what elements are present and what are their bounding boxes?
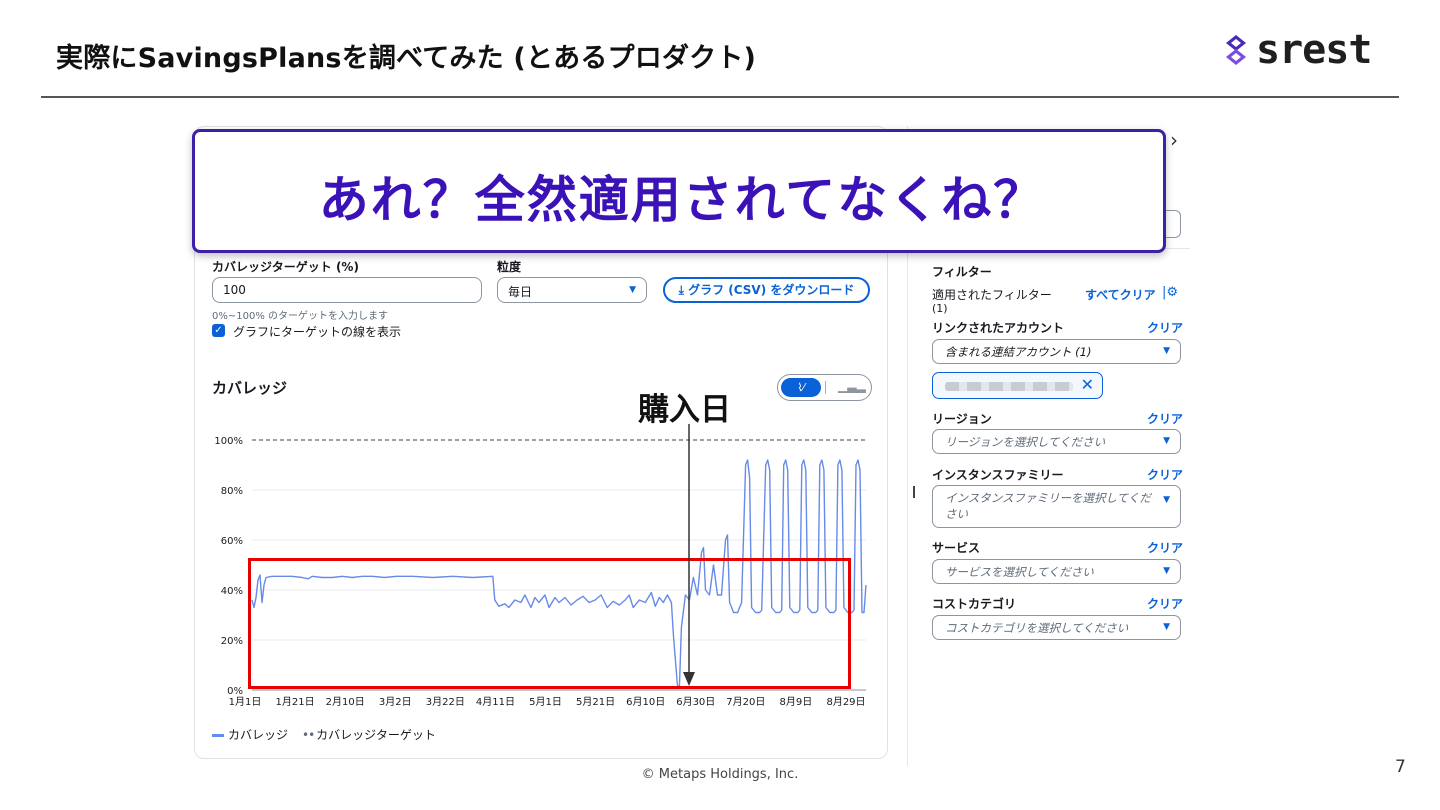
linked-account-clear[interactable]: クリア xyxy=(1147,319,1183,336)
slide-title: 実際にSavingsPlansを調べてみた (とあるプロダクト) xyxy=(56,43,757,74)
x-tick-label: 4月11日 xyxy=(476,696,515,708)
title-rule xyxy=(41,96,1399,98)
applied-filters-label: 適用されたフィルター xyxy=(932,288,1052,302)
caret-down-icon: ▼ xyxy=(1163,436,1170,446)
chart-legend: カバレッジ •• カバレッジターゲット xyxy=(212,726,436,743)
x-tick-label: 8月29日 xyxy=(826,696,865,708)
x-tick-label: 5月21日 xyxy=(576,696,615,708)
region-label: リージョン xyxy=(932,412,992,426)
cost-category-clear[interactable]: クリア xyxy=(1147,595,1183,612)
y-tick-label: 60% xyxy=(221,536,243,547)
cost-category-select[interactable]: コストカテゴリを選択してください ▼ xyxy=(932,615,1181,640)
copyright-footer: © Metaps Holdings, Inc. xyxy=(641,767,799,782)
legend-coverage-label: カバレッジ xyxy=(228,728,289,742)
purchase-date-label: 購入日 xyxy=(638,392,731,428)
legend-solid-line-icon xyxy=(212,734,224,737)
show-target-line-checkbox[interactable]: ✓ xyxy=(212,324,225,337)
region-clear[interactable]: クリア xyxy=(1147,410,1183,427)
x-tick-label: 3月22日 xyxy=(426,696,465,708)
granularity-select[interactable]: 毎日 ▼ xyxy=(497,277,647,303)
coverage-target-label: カバレッジターゲット (%) xyxy=(212,260,359,274)
cost-category-placeholder: コストカテゴリを選択してください xyxy=(945,621,1129,635)
instance-family-select[interactable]: インスタンスファミリーを選択してくだ さい ▼ xyxy=(932,485,1181,528)
bar-chart-icon[interactable]: ▁▃▂ xyxy=(838,379,866,393)
x-tick-label: 8月9日 xyxy=(780,696,813,708)
service-label: サービス xyxy=(932,541,981,555)
settings-gear-icon[interactable]: |⚙ xyxy=(1162,285,1178,300)
linked-account-value: 含まれる連結アカウント (1) xyxy=(945,345,1092,359)
srest-logo-mark-icon xyxy=(1226,35,1246,65)
instance-family-placeholder-line2: さい xyxy=(945,507,968,521)
x-tick-label: 2月10日 xyxy=(326,696,365,708)
x-tick-label: 6月30日 xyxy=(676,696,715,708)
clear-all-link[interactable]: すべてクリア xyxy=(1085,286,1156,303)
service-select[interactable]: サービスを選択してください ▼ xyxy=(932,559,1181,584)
text-cursor-mark xyxy=(913,486,915,498)
callout-text: あれ？全然適用されてなくね？ xyxy=(318,171,1046,229)
legend-target-label: カバレッジターゲット xyxy=(316,728,436,742)
chart-type-toggle[interactable]: ⌇⁄ ▁▃▂ xyxy=(777,374,872,401)
caret-down-icon: ▼ xyxy=(1163,566,1170,576)
instance-family-clear[interactable]: クリア xyxy=(1147,466,1183,483)
selected-account-token[interactable]: ✕ xyxy=(932,372,1103,399)
caret-down-icon: ▼ xyxy=(1163,495,1170,505)
x-tick-label: 3月2日 xyxy=(379,696,412,708)
region-select[interactable]: リージョンを選択してください ▼ xyxy=(932,429,1181,454)
y-tick-label: 20% xyxy=(221,636,243,647)
srest-logo-text: srest xyxy=(1256,27,1372,73)
linked-account-label: リンクされたアカウント xyxy=(932,321,1065,335)
service-placeholder: サービスを選択してください xyxy=(945,565,1094,579)
cost-category-label: コストカテゴリ xyxy=(932,597,1017,611)
caret-down-icon: ▼ xyxy=(1163,622,1170,632)
x-tick-label: 7月20日 xyxy=(726,696,765,708)
chevron-right-icon[interactable]: › xyxy=(1170,128,1178,152)
y-tick-label: 40% xyxy=(221,586,243,597)
chart-heading: カバレッジ xyxy=(212,379,288,397)
toggle-separator xyxy=(825,381,826,394)
show-target-line-label: グラフにターゲットの線を表示 xyxy=(233,325,402,339)
granularity-value: 毎日 xyxy=(508,285,533,299)
page-number: 7 xyxy=(1395,757,1406,777)
legend-dashed-line-icon: •• xyxy=(302,728,315,742)
instance-family-placeholder-line1: インスタンスファミリーを選択してくだ xyxy=(945,491,1151,505)
coverage-target-input[interactable]: 100 xyxy=(212,277,482,303)
close-icon[interactable]: ✕ xyxy=(1081,375,1094,394)
y-tick-label: 80% xyxy=(221,486,243,497)
callout-box: あれ？全然適用されてなくね？ xyxy=(192,129,1166,253)
legend-target: •• カバレッジターゲット xyxy=(302,726,436,743)
service-clear[interactable]: クリア xyxy=(1147,539,1183,556)
coverage-target-hint: 0%~100% のターゲットを入力します xyxy=(212,311,389,322)
line-chart-icon[interactable]: ⌇⁄ xyxy=(781,378,821,397)
applied-filters-count: (1) xyxy=(932,302,948,315)
legend-coverage: カバレッジ xyxy=(212,726,288,743)
x-tick-label: 5月1日 xyxy=(529,696,562,708)
x-tick-label: 1月1日 xyxy=(229,696,262,708)
x-tick-label: 6月10日 xyxy=(626,696,665,708)
y-tick-label: 0% xyxy=(227,686,243,697)
redacted-account-id xyxy=(945,382,1073,391)
filters-heading: フィルター xyxy=(932,265,992,279)
region-placeholder: リージョンを選択してください xyxy=(945,435,1106,449)
linked-account-select[interactable]: 含まれる連結アカウント (1) ▼ xyxy=(932,339,1181,364)
download-csv-button[interactable]: ⤓ グラフ (CSV) をダウンロード xyxy=(663,277,870,303)
y-tick-label: 100% xyxy=(214,436,243,447)
granularity-label: 粒度 xyxy=(497,260,522,274)
low-coverage-highlight-box xyxy=(248,558,851,689)
x-tick-label: 1月21日 xyxy=(276,696,315,708)
srest-logo: srest xyxy=(1222,27,1372,73)
caret-down-icon: ▼ xyxy=(1163,346,1170,356)
instance-family-label: インスタンスファミリー xyxy=(932,468,1064,482)
caret-down-icon: ▼ xyxy=(629,285,636,295)
